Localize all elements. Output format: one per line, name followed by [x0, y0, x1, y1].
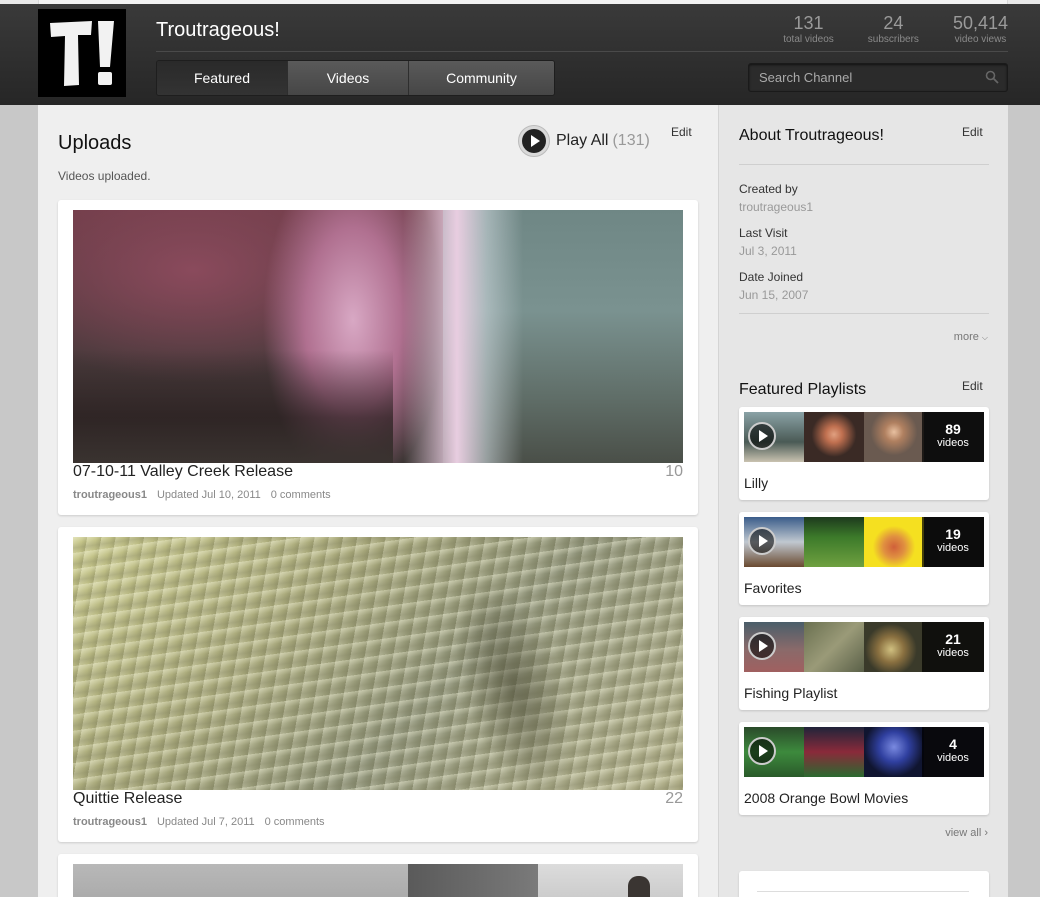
play-all-count: (131): [612, 132, 650, 149]
video-thumbnail[interactable]: [73, 864, 683, 897]
play-icon: [518, 125, 550, 157]
about-divider: [739, 313, 989, 314]
playlist-card[interactable]: 21 videos Fishing Playlist: [739, 617, 989, 710]
play-icon: [748, 422, 776, 450]
stat-label: video views: [954, 34, 1007, 45]
channel-search: [748, 63, 1008, 92]
video-comments[interactable]: 0 comments: [265, 816, 325, 828]
video-card: 07-10-11 Valley Creek Release 10 troutra…: [58, 200, 698, 515]
playlists-edit-link[interactable]: Edit: [962, 379, 983, 393]
stat-value: 50,414: [952, 13, 1008, 33]
about-divider: [739, 164, 989, 165]
more-label: more: [953, 331, 979, 343]
playlist-name: Lilly: [744, 475, 769, 491]
channel-logo[interactable]: [38, 9, 126, 97]
video-author[interactable]: troutrageous1: [73, 816, 147, 828]
uploads-title: Uploads: [58, 132, 132, 154]
created-by-value[interactable]: troutrageous1: [739, 200, 813, 214]
date-joined-value: Jun 15, 2007: [739, 288, 809, 302]
video-title[interactable]: 07-10-11 Valley Creek Release: [73, 463, 293, 481]
playlist-name: Fishing Playlist: [744, 685, 838, 701]
video-comments[interactable]: 0 comments: [271, 489, 331, 501]
channel-title: Troutrageous!: [156, 19, 280, 41]
channel-header: Troutrageous! 131 total videos 24 subscr…: [0, 4, 1040, 105]
stat-value: 24: [883, 13, 904, 33]
playlist-count-label: videos: [937, 542, 969, 554]
playlist-count: 4: [949, 736, 957, 752]
video-card: Quittie Release 22 troutrageous1 Updated …: [58, 527, 698, 842]
stat-value: 131: [793, 13, 824, 33]
playlist-card[interactable]: 19 videos Favorites: [739, 512, 989, 605]
channel-tabs: Featured Videos Community: [156, 60, 555, 96]
more-link[interactable]: more ⌵: [954, 331, 988, 343]
uploads-edit-link[interactable]: Edit: [671, 125, 692, 139]
search-input[interactable]: [749, 64, 974, 91]
playlist-name: Favorites: [744, 580, 802, 596]
channel-stats: 131 total videos 24 subscribers 50,414 v…: [749, 13, 1008, 46]
sidebar-module: [739, 871, 989, 897]
stat-label: total videos: [783, 34, 834, 45]
video-updated: Updated Jul 10, 2011: [156, 489, 261, 501]
stat-subscribers: 24 subscribers: [868, 13, 919, 46]
playlist-count-overlay: 4 videos: [922, 727, 984, 777]
video-meta: troutrageous1 Updated Jul 7, 2011 0 commen…: [73, 816, 335, 828]
video-card: [58, 854, 698, 897]
about-edit-link[interactable]: Edit: [962, 125, 983, 139]
playlist-count-label: videos: [937, 647, 969, 659]
video-meta: troutrageous1 Updated Jul 10, 2011 0 comme…: [73, 489, 341, 501]
playlist-count: 19: [945, 526, 961, 542]
play-icon: [748, 632, 776, 660]
play-icon: [748, 527, 776, 555]
video-title[interactable]: Quittie Release: [73, 790, 182, 808]
play-icon: [748, 737, 776, 765]
playlist-name: 2008 Orange Bowl Movies: [744, 790, 909, 806]
playlist-card[interactable]: 4 videos 2008 Orange Bowl Movies: [739, 722, 989, 815]
playlist-count-label: videos: [937, 437, 969, 449]
about-title: About Troutrageous!: [739, 127, 884, 144]
video-duration: 10: [665, 463, 683, 480]
video-thumbnail[interactable]: [73, 210, 683, 463]
playlist-card[interactable]: 89 videos Lilly: [739, 407, 989, 500]
uploads-subtitle: Videos uploaded.: [58, 169, 151, 183]
video-author[interactable]: troutrageous1: [73, 489, 147, 501]
play-all-label: Play All: [556, 132, 609, 149]
tab-community[interactable]: Community: [408, 61, 554, 95]
playlist-count: 21: [945, 631, 961, 647]
search-icon[interactable]: [985, 70, 999, 84]
stat-video-views: 50,414 video views: [953, 13, 1008, 46]
playlist-count: 89: [945, 421, 961, 437]
channel-logo-image: [38, 9, 126, 97]
header-divider: [156, 51, 1008, 52]
video-thumbnail[interactable]: [73, 537, 683, 790]
last-visit-value: Jul 3, 2011: [739, 244, 797, 258]
video-duration: 22: [665, 790, 683, 807]
featured-playlists-title: Featured Playlists: [739, 381, 867, 398]
video-updated: Updated Jul 7, 2011: [156, 816, 255, 828]
created-by-label: Created by: [739, 182, 798, 196]
stat-total-videos: 131 total videos: [783, 13, 834, 46]
date-joined-label: Date Joined: [739, 270, 804, 284]
playlist-count-overlay: 89 videos: [922, 412, 984, 462]
last-visit-label: Last Visit: [739, 226, 788, 240]
playlist-count-overlay: 19 videos: [922, 517, 984, 567]
tab-videos[interactable]: Videos: [287, 61, 408, 95]
view-all-link[interactable]: view all ›: [945, 827, 988, 839]
stat-label: subscribers: [867, 34, 919, 45]
playlist-count-overlay: 21 videos: [922, 622, 984, 672]
uploads-panel: Uploads Videos uploaded. Play All (131) …: [38, 105, 718, 897]
play-all-button[interactable]: Play All (131): [518, 125, 650, 157]
tab-featured[interactable]: Featured: [157, 61, 287, 95]
sidebar: About Troutrageous! Edit Created by trou…: [718, 105, 1008, 897]
playlist-count-label: videos: [937, 752, 969, 764]
chevron-down-icon: ⌵: [981, 333, 988, 342]
